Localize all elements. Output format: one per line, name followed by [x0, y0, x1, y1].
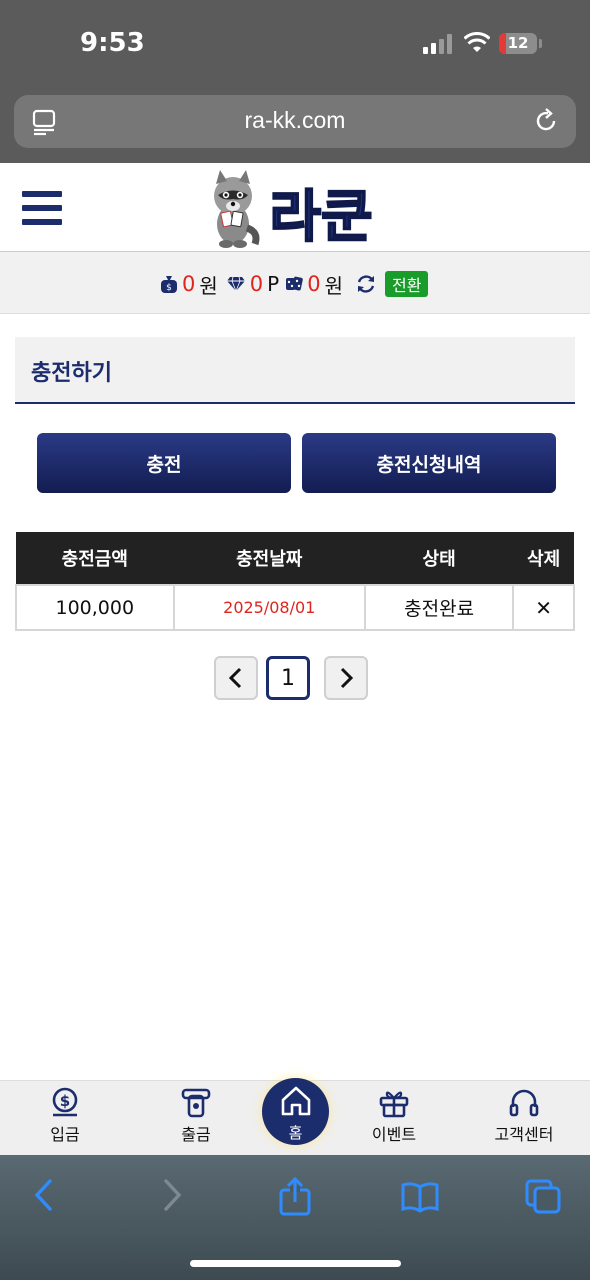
- chevron-right-icon: [340, 667, 354, 689]
- home-indicator: [190, 1260, 401, 1267]
- nav-withdraw[interactable]: 출금: [151, 1087, 241, 1145]
- casino-unit: 원: [324, 273, 343, 298]
- nav-home-label: 홈: [288, 1124, 303, 1142]
- withdraw-icon: [181, 1088, 211, 1118]
- site-header: 라쿤 라쿤: [0, 163, 590, 252]
- site-logo[interactable]: 라쿤 라쿤: [203, 168, 388, 250]
- url-text: ra-kk.com: [244, 107, 346, 133]
- col-header-delete: 삭제: [513, 532, 574, 585]
- nav-deposit[interactable]: $ 입금: [20, 1087, 110, 1145]
- swap-button[interactable]: 전환: [385, 271, 429, 297]
- reload-icon[interactable]: [532, 107, 560, 135]
- money-balance: 0: [182, 272, 196, 296]
- gift-icon: [379, 1091, 409, 1118]
- point-balance: 0: [249, 272, 264, 296]
- cell-amount: 100,000: [15, 584, 175, 631]
- nav-event[interactable]: 이벤트: [349, 1087, 439, 1145]
- casino-balance: 0: [307, 272, 321, 296]
- wifi-icon: [464, 32, 490, 52]
- browser-top-chrome: 9:53 12 ra-kk.com: [0, 0, 590, 163]
- balance-strip: $ 0 원 0 P 0 원 전환: [0, 252, 590, 314]
- svg-text:$: $: [60, 1092, 70, 1110]
- bookmarks-icon[interactable]: [400, 1181, 440, 1213]
- cellular-signal-icon: [423, 34, 453, 54]
- cell-date: 2025/08/01: [172, 584, 366, 631]
- col-header-status: 상태: [364, 532, 514, 585]
- col-header-date: 충전날짜: [173, 532, 365, 585]
- refresh-icon[interactable]: [355, 273, 377, 295]
- forward-icon[interactable]: [158, 1177, 186, 1213]
- headset-icon: [509, 1089, 539, 1117]
- deposit-icon: $: [52, 1087, 78, 1117]
- svg-text:$: $: [166, 283, 172, 293]
- diamond-icon: [226, 276, 245, 292]
- chevron-left-icon: [228, 667, 242, 689]
- charge-history-button[interactable]: 충전신청내역: [302, 433, 556, 493]
- cell-status: 충전완료: [363, 584, 515, 631]
- nav-home[interactable]: 홈: [262, 1078, 329, 1145]
- status-time: 9:53: [80, 28, 145, 58]
- battery-level: 12: [507, 34, 529, 52]
- money-unit: 원: [199, 273, 218, 298]
- nav-withdraw-label: 출금: [181, 1125, 211, 1144]
- point-unit: P: [267, 272, 280, 296]
- charge-button[interactable]: 충전: [37, 433, 291, 493]
- nav-support-label: 고객센터: [494, 1125, 554, 1144]
- battery-icon: 12: [499, 33, 537, 54]
- menu-icon[interactable]: [22, 190, 62, 226]
- prev-page-button[interactable]: [214, 656, 258, 700]
- charge-table: 충전금액 충전날짜 상태 삭제 100,000 2025/08/01 충전완료 …: [15, 532, 575, 631]
- col-header-amount: 충전금액: [16, 532, 174, 585]
- delete-button[interactable]: ✕: [512, 584, 575, 631]
- page-title-box: 충전하기: [15, 337, 575, 404]
- page-title: 충전하기: [31, 361, 112, 386]
- share-icon[interactable]: [278, 1177, 312, 1217]
- logo-text: 라쿤: [269, 185, 372, 250]
- balance-row: $ 0 원 0 P 0 원 전환: [160, 270, 429, 298]
- back-icon[interactable]: [30, 1177, 58, 1213]
- nav-deposit-label: 입금: [50, 1125, 80, 1144]
- nav-event-label: 이벤트: [371, 1125, 417, 1144]
- address-bar[interactable]: ra-kk.com: [14, 95, 576, 148]
- table-row: 100,000 2025/08/01 충전완료 ✕: [15, 584, 575, 631]
- money-bag-icon: $: [161, 276, 177, 293]
- dice-icon: [286, 276, 303, 291]
- home-icon: [281, 1086, 311, 1116]
- next-page-button[interactable]: [324, 656, 368, 700]
- page-1-button[interactable]: 1: [266, 656, 310, 700]
- nav-support[interactable]: 고객센터: [479, 1087, 569, 1145]
- tabs-icon[interactable]: [525, 1179, 563, 1215]
